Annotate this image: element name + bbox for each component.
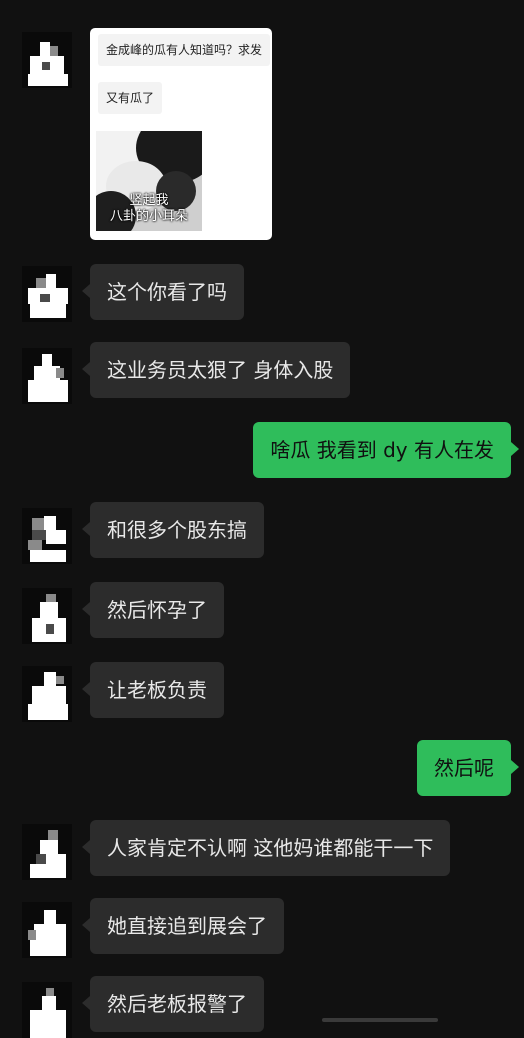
avatar[interactable] bbox=[22, 32, 72, 88]
message-row: 这个你看了吗 bbox=[0, 262, 524, 322]
message-row: 这业务员太狠了 身体入股 bbox=[0, 340, 524, 404]
message-row: 让老板负责 bbox=[0, 660, 524, 722]
avatar[interactable] bbox=[22, 588, 72, 644]
sticker-caption: 八卦的小耳朵 bbox=[109, 209, 188, 224]
avatar[interactable] bbox=[22, 666, 72, 722]
avatar[interactable] bbox=[22, 982, 72, 1038]
message-bubble-outgoing[interactable]: 啥瓜 我看到 dy 有人在发 bbox=[253, 422, 519, 478]
home-indicator bbox=[322, 1018, 438, 1022]
message-row: 她直接追到展会了 bbox=[0, 896, 524, 958]
message-bubble[interactable]: 这个你看了吗 bbox=[82, 264, 244, 320]
message-bubble[interactable]: 人家肯定不认啊 这他妈谁都能干一下 bbox=[81, 820, 451, 876]
card-text-line: 金成峰的瓜有人知道吗？求发 bbox=[98, 34, 271, 66]
message-row: 然后呢 bbox=[0, 740, 524, 800]
avatar[interactable] bbox=[22, 508, 72, 564]
avatar[interactable] bbox=[22, 266, 72, 322]
card-text-line: 又有瓜了 bbox=[98, 82, 163, 114]
panda-sticker-image[interactable]: 竖起我 八卦的小耳朵 bbox=[96, 131, 202, 231]
message-bubble[interactable]: 这业务员太狠了 身体入股 bbox=[81, 342, 351, 398]
message-bubble[interactable]: 让老板负责 bbox=[82, 662, 224, 718]
avatar[interactable] bbox=[22, 824, 72, 880]
message-bubble[interactable]: 然后怀孕了 bbox=[82, 582, 224, 638]
message-row: 和很多个股东搞 bbox=[0, 500, 524, 564]
sticker-caption: 竖起我 bbox=[129, 193, 169, 208]
message-bubble-outgoing[interactable]: 然后呢 bbox=[417, 740, 519, 796]
avatar[interactable] bbox=[22, 902, 72, 958]
message-bubble[interactable]: 她直接追到展会了 bbox=[82, 898, 284, 954]
shared-message-card[interactable]: 金成峰的瓜有人知道吗？求发 又有瓜了 竖起我 八卦的小耳朵 bbox=[90, 28, 272, 240]
message-row: 然后怀孕了 bbox=[0, 580, 524, 644]
message-row: 啥瓜 我看到 dy 有人在发 bbox=[0, 420, 524, 480]
message-row-card: 金成峰的瓜有人知道吗？求发 又有瓜了 竖起我 八卦的小耳朵 bbox=[0, 0, 524, 250]
avatar[interactable] bbox=[22, 348, 72, 404]
message-bubble[interactable]: 和很多个股东搞 bbox=[82, 502, 264, 558]
message-row: 人家肯定不认啊 这他妈谁都能干一下 bbox=[0, 818, 524, 880]
message-row: 然后老板报警了 bbox=[0, 974, 524, 1038]
